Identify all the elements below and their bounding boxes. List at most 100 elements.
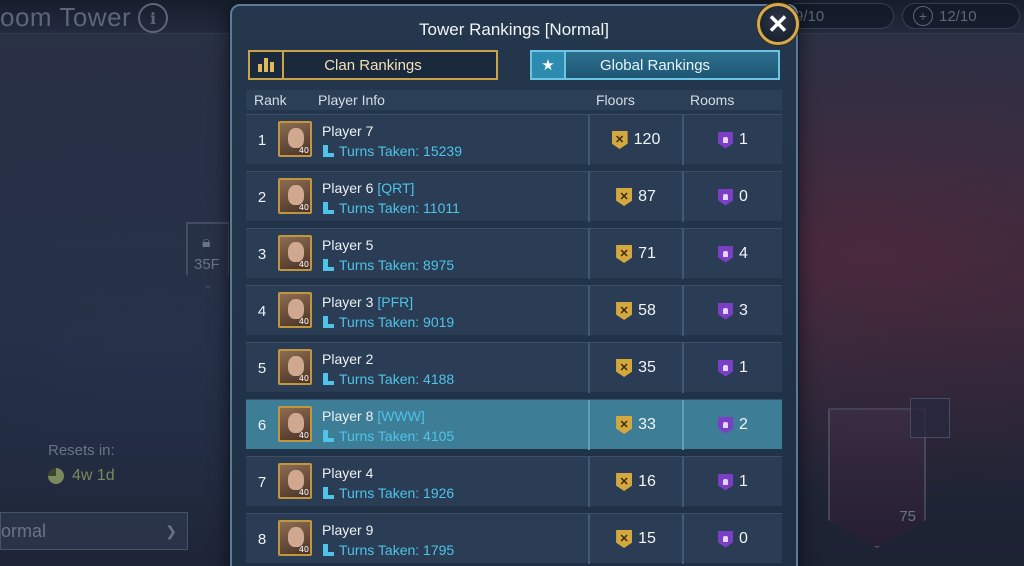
turns-value: 8975	[423, 257, 455, 273]
floors-value: 16	[638, 473, 656, 490]
turns-value: 11011	[423, 200, 460, 216]
info-icon[interactable]: i	[138, 3, 168, 33]
door-shield-icon	[718, 416, 734, 434]
table-row[interactable]: 8 40 Player 9 Turns Taken: 1795 ✕ 15 0	[246, 513, 782, 564]
boot-icon	[322, 373, 334, 385]
resets-value: 4w 1d	[72, 467, 115, 484]
table-row[interactable]: 2 40 Player 6 [QRT] Turns Taken: 11011 ✕ 87 0	[246, 171, 782, 222]
difficulty-dropdown[interactable]: ormal ❯	[0, 512, 188, 550]
rooms-cell: 4	[684, 229, 782, 279]
avatar-face	[288, 185, 304, 205]
rooms-value: 2	[739, 416, 748, 433]
door-shield-icon	[718, 530, 734, 548]
turns-label: Turns Taken:	[339, 428, 424, 444]
swords-shield-icon: ✕	[611, 131, 628, 149]
modal-title: Tower Rankings [Normal]	[419, 20, 609, 39]
rooms-cell: 1	[684, 115, 782, 165]
rooms-value: 1	[739, 131, 748, 148]
avatar[interactable]: 40	[278, 463, 312, 499]
boot-icon	[322, 145, 334, 157]
player-name: Player 7	[322, 123, 374, 139]
tab-clan-rankings[interactable]: Clan Rankings	[248, 50, 498, 80]
turns-taken: Turns Taken: 1926	[322, 485, 454, 501]
turns-taken: Turns Taken: 8975	[322, 257, 454, 273]
column-header-floors: Floors	[596, 92, 635, 108]
avatar-level: 40	[298, 146, 309, 155]
turns-value: 4105	[423, 428, 455, 444]
avatar-level: 40	[298, 431, 309, 440]
boot-icon	[322, 544, 334, 556]
table-row[interactable]: 6 40 Player 8 [WWW] Turns Taken: 4105 ✕ 33 2	[246, 399, 782, 450]
boot-icon	[322, 202, 334, 214]
avatar-face	[288, 470, 304, 490]
avatar-level: 40	[298, 203, 309, 212]
table-row[interactable]: 4 40 Player 3 [PFR] Turns Taken: 9019 ✕ 58 3	[246, 285, 782, 336]
boss-level: 75	[899, 508, 916, 525]
avatar-level: 40	[298, 260, 309, 269]
resource-counter-1[interactable]: 9/10	[784, 3, 894, 29]
table-row[interactable]: 7 40 Player 4 Turns Taken: 1926 ✕ 16 1	[246, 456, 782, 507]
rooms-value: 4	[739, 245, 748, 262]
row-rank: 1	[257, 131, 267, 149]
column-header-rank: Rank	[254, 92, 287, 108]
rooms-value: 0	[739, 530, 748, 547]
resource-counter-2[interactable]: + 12/10	[902, 3, 1020, 29]
avatar[interactable]: 40	[278, 349, 312, 385]
player-name: Player 8	[322, 408, 374, 424]
avatar[interactable]: 40	[278, 178, 312, 214]
floors-value: 35	[638, 359, 656, 376]
turns-taken: Turns Taken: 9019	[322, 314, 454, 330]
rooms-value: 1	[739, 473, 748, 490]
turns-taken: Turns Taken: 15239	[322, 143, 462, 159]
rooms-cell: 3	[684, 286, 782, 336]
row-rank: 4	[257, 302, 267, 320]
floors-cell: ✕ 33	[590, 400, 682, 450]
turns-label: Turns Taken:	[339, 485, 424, 501]
player-name: Player 3	[322, 294, 374, 310]
avatar[interactable]: 40	[278, 121, 312, 157]
turns-taken: Turns Taken: 4105	[322, 428, 454, 444]
swords-shield-icon: ✕	[616, 302, 633, 320]
player-name-line: Player 4	[322, 465, 377, 481]
rooms-cell: 0	[684, 514, 782, 564]
avatar[interactable]: 40	[278, 235, 312, 271]
row-rank: 7	[257, 473, 267, 491]
avatar[interactable]: 40	[278, 520, 312, 556]
player-name-line: Player 8 [WWW]	[322, 408, 425, 424]
resource-counter-1-value: 9/10	[795, 7, 825, 25]
avatar-face	[288, 527, 304, 547]
player-name: Player 2	[322, 351, 374, 367]
rankings-table-header: Rank Player Info Floors Rooms	[246, 90, 782, 110]
swords-shield-icon: ✕	[616, 530, 633, 548]
door-shield-icon	[718, 302, 734, 320]
rooms-cell: 1	[684, 457, 782, 507]
tab-global-rankings[interactable]: ★ Global Rankings	[530, 50, 780, 80]
resets-label: Resets in:	[48, 442, 115, 459]
table-row[interactable]: 1 40 Player 7 Turns Taken: 15239 ✕ 120 1	[246, 114, 782, 165]
lock-icon: 🔒︎	[202, 234, 211, 251]
row-rank: 8	[257, 530, 267, 548]
avatar-level: 40	[298, 317, 309, 326]
table-row[interactable]: 3 40 Player 5 Turns Taken: 8975 ✕ 71 4	[246, 228, 782, 279]
row-rank: 5	[257, 359, 267, 377]
turns-label: Turns Taken:	[339, 200, 424, 216]
close-icon: ✕	[767, 9, 789, 39]
difficulty-value: ormal	[1, 520, 47, 541]
avatar[interactable]: 40	[278, 406, 312, 442]
door-shield-icon	[718, 473, 734, 491]
boot-icon	[322, 259, 334, 271]
player-name-line: Player 6 [QRT]	[322, 180, 414, 196]
locked-floor-badge[interactable]: 🔒︎ 35F	[186, 222, 230, 288]
boss-info-icon[interactable]	[910, 398, 950, 438]
resets-timer: 4w 1d	[48, 467, 115, 485]
turns-value: 1926	[423, 485, 455, 501]
avatar-face	[288, 299, 304, 319]
turns-label: Turns Taken:	[339, 371, 424, 387]
table-row[interactable]: 5 40 Player 2 Turns Taken: 4188 ✕ 35 1	[246, 342, 782, 393]
floors-cell: ✕ 120	[590, 115, 682, 165]
turns-taken: Turns Taken: 4188	[322, 371, 454, 387]
avatar[interactable]: 40	[278, 292, 312, 328]
player-name-line: Player 9	[322, 522, 377, 538]
close-button[interactable]: ✕	[757, 3, 799, 45]
plus-icon[interactable]: +	[913, 6, 933, 26]
